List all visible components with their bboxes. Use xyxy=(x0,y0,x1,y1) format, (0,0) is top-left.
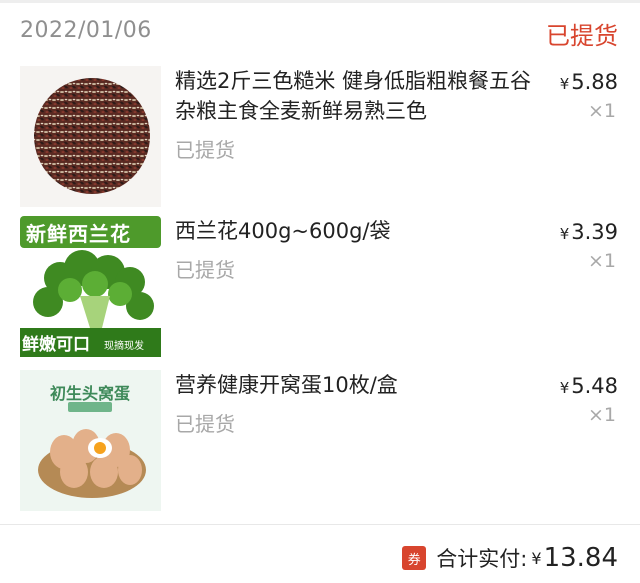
order-header: 2022/01/06 已提货 xyxy=(20,14,618,50)
item-quantity: ×1 xyxy=(587,250,616,272)
item-quantity: ×1 xyxy=(587,404,616,426)
item-price: ¥5.88 xyxy=(560,70,618,94)
order-item-broccoli[interactable]: 新鲜西兰花 鲜嫩可口 现摘现发 西兰花400g~600g/袋 已提货 ¥3.39… xyxy=(20,216,618,358)
currency-symbol: ¥ xyxy=(559,75,570,93)
order-date: 2022/01/06 xyxy=(20,18,152,43)
item-status: 已提货 xyxy=(175,138,235,162)
item-quantity: ×1 xyxy=(587,100,616,122)
total-value: 13.84 xyxy=(543,543,618,573)
currency-symbol: ¥ xyxy=(559,225,570,243)
item-price: ¥3.39 xyxy=(560,220,618,244)
price-value: 5.48 xyxy=(571,374,618,398)
order-item-eggs[interactable]: 初生头窝蛋 营养健康开窝蛋10枚/盒 已提货 ¥5.48 ×1 xyxy=(20,370,618,512)
rice-icon xyxy=(20,66,161,207)
footer-divider xyxy=(0,524,640,525)
price-value: 5.88 xyxy=(571,70,618,94)
order-item-rice[interactable]: 精选2斤三色糙米 健身低脂粗粮餐五谷杂粮主食全麦新鲜易熟三色 已提货 ¥5.88… xyxy=(20,66,618,208)
total-currency-symbol: ¥ xyxy=(531,548,542,568)
total-label: 合计实付: xyxy=(436,547,528,571)
eggs-product-image[interactable]: 初生头窝蛋 xyxy=(20,370,161,511)
item-title[interactable]: 精选2斤三色糙米 健身低脂粗粮餐五谷杂粮主食全麦新鲜易熟三色 xyxy=(175,66,535,126)
currency-symbol: ¥ xyxy=(559,379,570,397)
broccoli-image-caption-small: 现摘现发 xyxy=(104,341,144,352)
item-title[interactable]: 西兰花400g~600g/袋 xyxy=(175,216,535,246)
rice-product-image[interactable] xyxy=(20,66,161,207)
broccoli-product-image[interactable]: 新鲜西兰花 鲜嫩可口 现摘现发 xyxy=(20,216,161,357)
broccoli-image-caption-top: 新鲜西兰花 xyxy=(26,222,131,246)
eggs-image-caption: 初生头窝蛋 xyxy=(50,384,131,403)
item-status: 已提货 xyxy=(175,412,235,436)
order-total: 券 合计实付: ¥ 13.84 xyxy=(402,540,618,576)
item-status: 已提货 xyxy=(175,258,235,282)
item-title[interactable]: 营养健康开窝蛋10枚/盒 xyxy=(175,370,535,400)
top-divider xyxy=(0,0,640,3)
coupon-badge[interactable]: 券 xyxy=(402,546,427,570)
price-value: 3.39 xyxy=(571,220,618,244)
item-price: ¥5.48 xyxy=(560,374,618,398)
order-status: 已提货 xyxy=(546,22,618,50)
broccoli-image-caption-bottom: 鲜嫩可口 xyxy=(22,335,90,355)
